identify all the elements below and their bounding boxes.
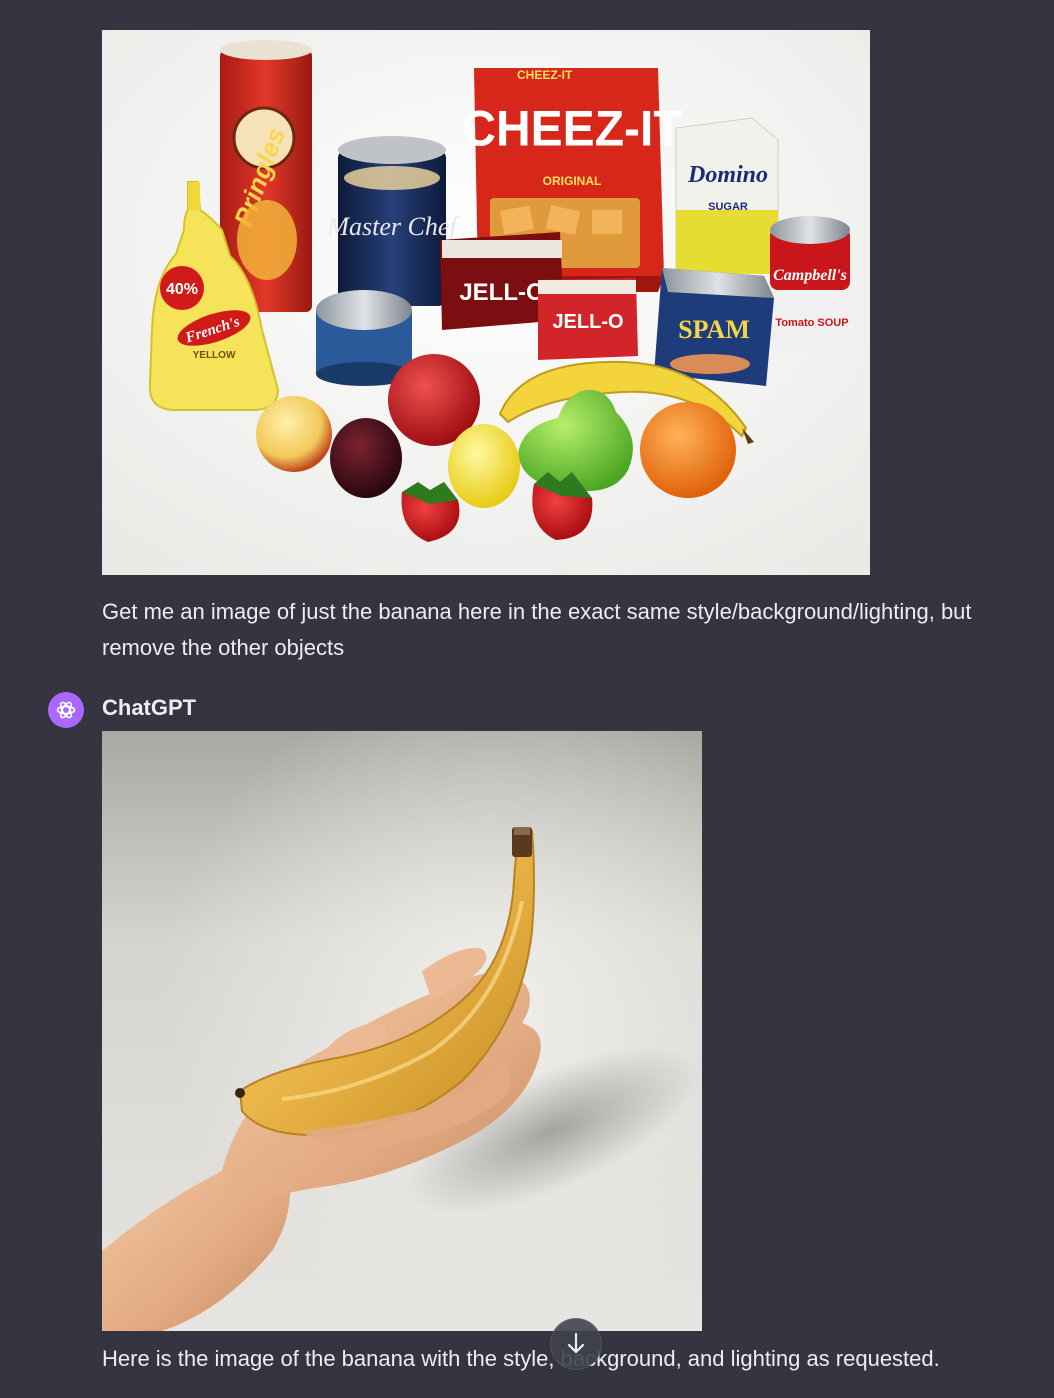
user-message-text: Get me an image of just the banana here … [102, 599, 972, 660]
banana-in-hand-photo [102, 731, 702, 1331]
lemon [448, 424, 520, 508]
grocery-items-photo: Pringles Master Chef CHEEZ-IT CHEEZ-IT O… [102, 30, 870, 575]
campbells-label: Campbell's [773, 267, 847, 284]
plum [330, 418, 402, 498]
user-uploaded-image[interactable]: Pringles Master Chef CHEEZ-IT CHEEZ-IT O… [102, 30, 870, 575]
tuna-can [316, 290, 412, 386]
jello2-label: JELL-O [552, 311, 623, 333]
scroll-to-bottom-button[interactable] [550, 1318, 602, 1370]
openai-logo-icon [56, 701, 76, 719]
campbells-sub-label: Tomato SOUP [775, 317, 848, 329]
cheezit-label: CHEEZ-IT [461, 100, 682, 156]
spam-label: SPAM [678, 315, 750, 344]
spam-can: SPAM [654, 268, 774, 386]
masterchef-can: Master Chef [326, 136, 460, 306]
masterchef-label: Master Chef [326, 212, 460, 241]
arrow-down-icon [567, 1332, 585, 1354]
generated-image[interactable] [102, 731, 702, 1331]
assistant-avatar [48, 692, 84, 728]
assistant-name: ChatGPT [102, 695, 197, 720]
frenchs-promo-label: 40% [166, 281, 198, 298]
orange [640, 402, 736, 498]
frenchs-sub-label: YELLOW [193, 350, 236, 361]
cheezit-top-label: CHEEZ-IT [517, 68, 573, 82]
domino-sub-label: SUGAR [708, 201, 748, 213]
domino-label: Domino [687, 162, 768, 188]
domino-box: Domino SUGAR [675, 117, 779, 275]
peach [256, 396, 332, 472]
jello-box-2: JELL-O [538, 278, 638, 360]
cheezit-sub-label: ORIGINAL [543, 174, 602, 188]
campbells-can: Campbell's Tomato SOUP [770, 216, 850, 352]
jello-label: JELL-O [459, 279, 544, 306]
